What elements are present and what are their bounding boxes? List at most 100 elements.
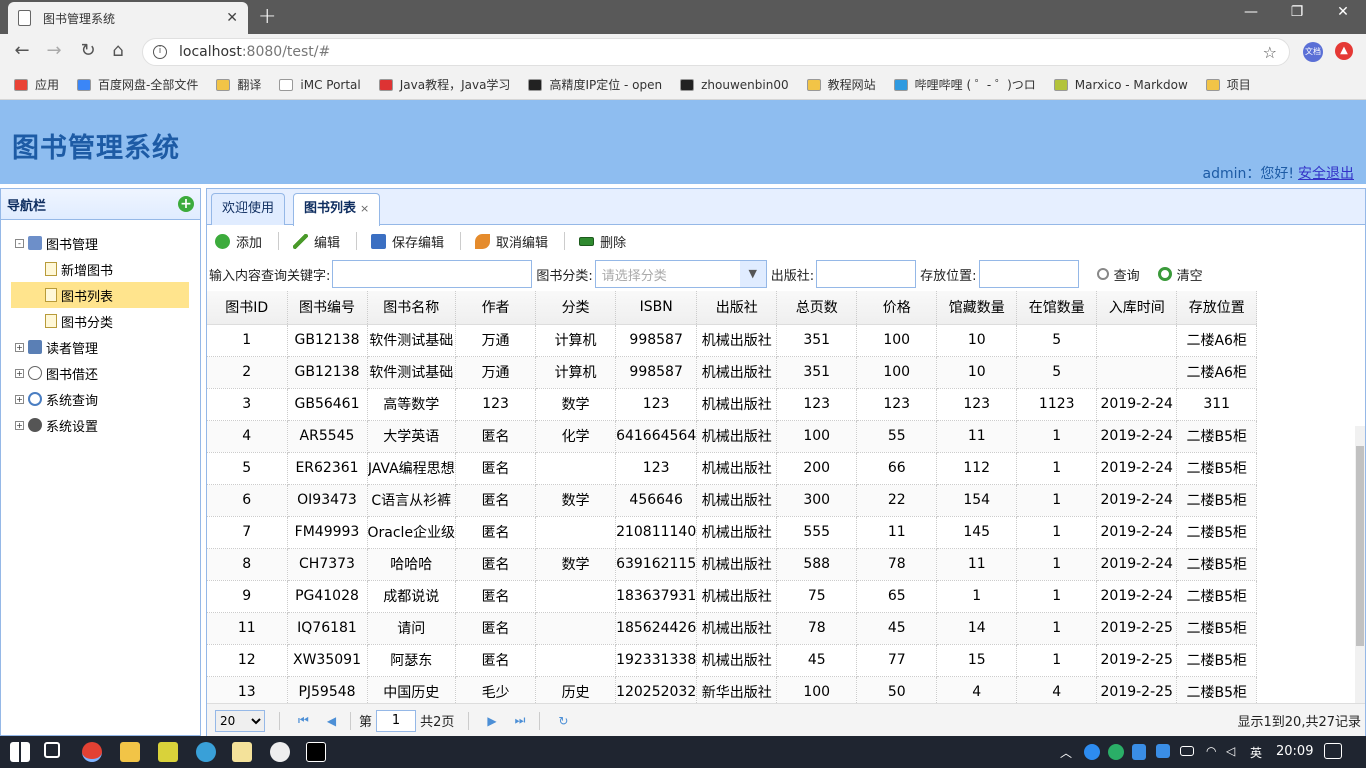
table-cell[interactable]: 哈哈哈 bbox=[367, 548, 457, 581]
table-cell[interactable]: 123 bbox=[615, 388, 698, 421]
app-icon[interactable] bbox=[158, 742, 178, 762]
table-cell[interactable]: 机械出版社 bbox=[696, 452, 778, 485]
column-header[interactable]: 图书ID bbox=[207, 291, 288, 325]
bookmark-item[interactable]: 哔哩哔哩 ( ゜- ゜)つロ bbox=[893, 76, 1036, 93]
table-cell[interactable]: 机械出版社 bbox=[696, 516, 778, 549]
minimize-button[interactable]: — bbox=[1228, 4, 1274, 20]
windows-start-icon[interactable] bbox=[10, 742, 30, 762]
table-cell[interactable]: 10 bbox=[936, 324, 1018, 357]
table-cell[interactable]: 匿名 bbox=[455, 580, 537, 613]
expand-icon[interactable]: + bbox=[15, 342, 24, 352]
table-cell[interactable]: 4 bbox=[936, 676, 1018, 703]
add-icon[interactable]: + bbox=[178, 196, 194, 212]
tree-node-add-book[interactable]: 新增图书 bbox=[1, 256, 200, 282]
table-cell[interactable]: 1 bbox=[207, 324, 288, 357]
table-cell[interactable]: 1 bbox=[1016, 644, 1098, 677]
tray-icon[interactable] bbox=[1156, 744, 1170, 758]
publisher-input[interactable] bbox=[816, 260, 917, 288]
table-cell[interactable]: 13 bbox=[207, 676, 288, 703]
edit-button[interactable]: 编辑 bbox=[293, 232, 340, 251]
table-cell[interactable]: 2019-2-24 bbox=[1096, 388, 1178, 421]
tree-node-system-settings[interactable]: + 系统设置 bbox=[1, 412, 200, 438]
notification-icon[interactable] bbox=[1324, 743, 1342, 759]
table-cell[interactable]: 2019-2-24 bbox=[1096, 452, 1178, 485]
bookmark-item[interactable]: 应用 bbox=[14, 76, 59, 93]
last-page-icon[interactable]: ⏭ bbox=[515, 713, 526, 728]
table-cell[interactable]: 二楼B5柜 bbox=[1176, 644, 1258, 677]
table-cell[interactable]: 中国历史 bbox=[367, 676, 457, 703]
tree-node-book-category[interactable]: 图书分类 bbox=[1, 308, 200, 334]
table-cell[interactable]: 1 bbox=[1016, 420, 1098, 453]
table-cell[interactable] bbox=[535, 516, 617, 549]
table-row[interactable]: 5 ER62361 JAVA编程思想 匿名 123 机械出版社 200 66 112 1 2019-… bbox=[207, 452, 1258, 485]
translate-extension-icon[interactable]: 文档 bbox=[1303, 42, 1323, 62]
table-cell[interactable]: 4 bbox=[1016, 676, 1098, 703]
table-cell[interactable]: 100 bbox=[776, 420, 858, 453]
table-cell[interactable]: 50 bbox=[856, 676, 938, 703]
table-cell[interactable]: AR5545 bbox=[287, 420, 368, 453]
chevron-up-icon[interactable]: ︿ bbox=[1060, 744, 1072, 761]
bookmark-item[interactable]: iMC Portal bbox=[279, 78, 361, 92]
table-cell[interactable]: 1 bbox=[1016, 484, 1098, 517]
table-cell[interactable]: 12 bbox=[207, 644, 288, 677]
tree-node-book-management[interactable]: - 图书管理 bbox=[1, 230, 200, 256]
table-cell[interactable]: JAVA编程思想 bbox=[367, 452, 457, 485]
table-cell[interactable]: CH7373 bbox=[287, 548, 368, 581]
table-cell[interactable]: 10 bbox=[936, 356, 1018, 389]
tray-icon[interactable] bbox=[1084, 744, 1100, 760]
table-cell[interactable]: 300 bbox=[776, 484, 858, 517]
table-cell[interactable] bbox=[535, 580, 617, 613]
browser-tab[interactable]: 图书管理系统 ✕ bbox=[8, 2, 248, 34]
bookmark-star-icon[interactable]: ☆ bbox=[1263, 43, 1277, 62]
table-cell[interactable]: 3 bbox=[207, 388, 288, 421]
table-cell[interactable]: PJ59548 bbox=[287, 676, 368, 703]
table-cell[interactable]: 1 bbox=[1016, 548, 1098, 581]
table-cell[interactable]: 软件测试基础 bbox=[367, 324, 457, 357]
task-view-icon[interactable] bbox=[44, 742, 60, 758]
table-cell[interactable]: 2019-2-25 bbox=[1096, 644, 1178, 677]
table-cell[interactable]: 1 bbox=[1016, 580, 1098, 613]
table-cell[interactable]: 45 bbox=[856, 612, 938, 645]
table-cell[interactable]: 5 bbox=[1016, 324, 1098, 357]
extension-icon[interactable]: ▲ bbox=[1335, 42, 1353, 60]
table-cell[interactable]: 75 bbox=[776, 580, 858, 613]
table-cell[interactable]: 匿名 bbox=[455, 452, 537, 485]
column-header[interactable]: ISBN bbox=[615, 291, 698, 325]
table-cell[interactable]: 123 bbox=[615, 452, 698, 485]
table-cell[interactable]: Oracle企业级 bbox=[367, 516, 457, 549]
table-cell[interactable]: 二楼B5柜 bbox=[1176, 612, 1258, 645]
table-cell[interactable]: 641664564 bbox=[615, 420, 698, 453]
column-header[interactable]: 作者 bbox=[455, 291, 537, 325]
table-cell[interactable]: 8 bbox=[207, 548, 288, 581]
table-cell[interactable]: 145 bbox=[936, 516, 1018, 549]
table-cell[interactable]: 11 bbox=[936, 548, 1018, 581]
table-cell[interactable]: 6 bbox=[207, 484, 288, 517]
table-cell[interactable]: 机械出版社 bbox=[696, 644, 778, 677]
table-cell[interactable]: 78 bbox=[856, 548, 938, 581]
table-cell[interactable]: 机械出版社 bbox=[696, 356, 778, 389]
table-cell[interactable]: 112 bbox=[936, 452, 1018, 485]
table-cell[interactable]: 123 bbox=[455, 388, 537, 421]
table-cell[interactable]: 二楼A6柜 bbox=[1176, 356, 1258, 389]
table-row[interactable]: 3 GB56461 高等数学 123 数学 123 机械出版社 123 123 123 1123 20… bbox=[207, 388, 1258, 421]
ime-indicator[interactable]: 英 bbox=[1250, 744, 1262, 761]
table-cell[interactable]: 45 bbox=[776, 644, 858, 677]
table-cell[interactable]: 机械出版社 bbox=[696, 324, 778, 357]
app-icon[interactable] bbox=[270, 742, 290, 762]
table-cell[interactable]: 998587 bbox=[615, 356, 698, 389]
table-cell[interactable]: 1123 bbox=[1016, 388, 1098, 421]
table-cell[interactable]: 11 bbox=[856, 516, 938, 549]
table-cell[interactable]: 123 bbox=[936, 388, 1018, 421]
table-cell[interactable]: 185624426 bbox=[615, 612, 698, 645]
table-cell[interactable]: 成都说说 bbox=[367, 580, 457, 613]
close-icon[interactable]: × bbox=[360, 202, 369, 215]
table-cell[interactable]: 二楼B5柜 bbox=[1176, 484, 1258, 517]
table-row[interactable]: 8 CH7373 哈哈哈 匿名 数学 639162115 机械出版社 588 78 11 1 2019… bbox=[207, 548, 1258, 581]
table-row[interactable]: 7 FM49993 Oracle企业级 匿名 210811140 机械出版社 555 11 14… bbox=[207, 516, 1258, 549]
intellij-icon[interactable] bbox=[306, 742, 326, 762]
table-cell[interactable]: 351 bbox=[776, 324, 858, 357]
table-cell[interactable]: 请问 bbox=[367, 612, 457, 645]
page-number-input[interactable] bbox=[376, 709, 417, 732]
table-row[interactable]: 1 GB12138 软件测试基础 万通 计算机 998587 机械出版社 351 100 10 5 二… bbox=[207, 324, 1258, 357]
table-cell[interactable]: 123 bbox=[856, 388, 938, 421]
